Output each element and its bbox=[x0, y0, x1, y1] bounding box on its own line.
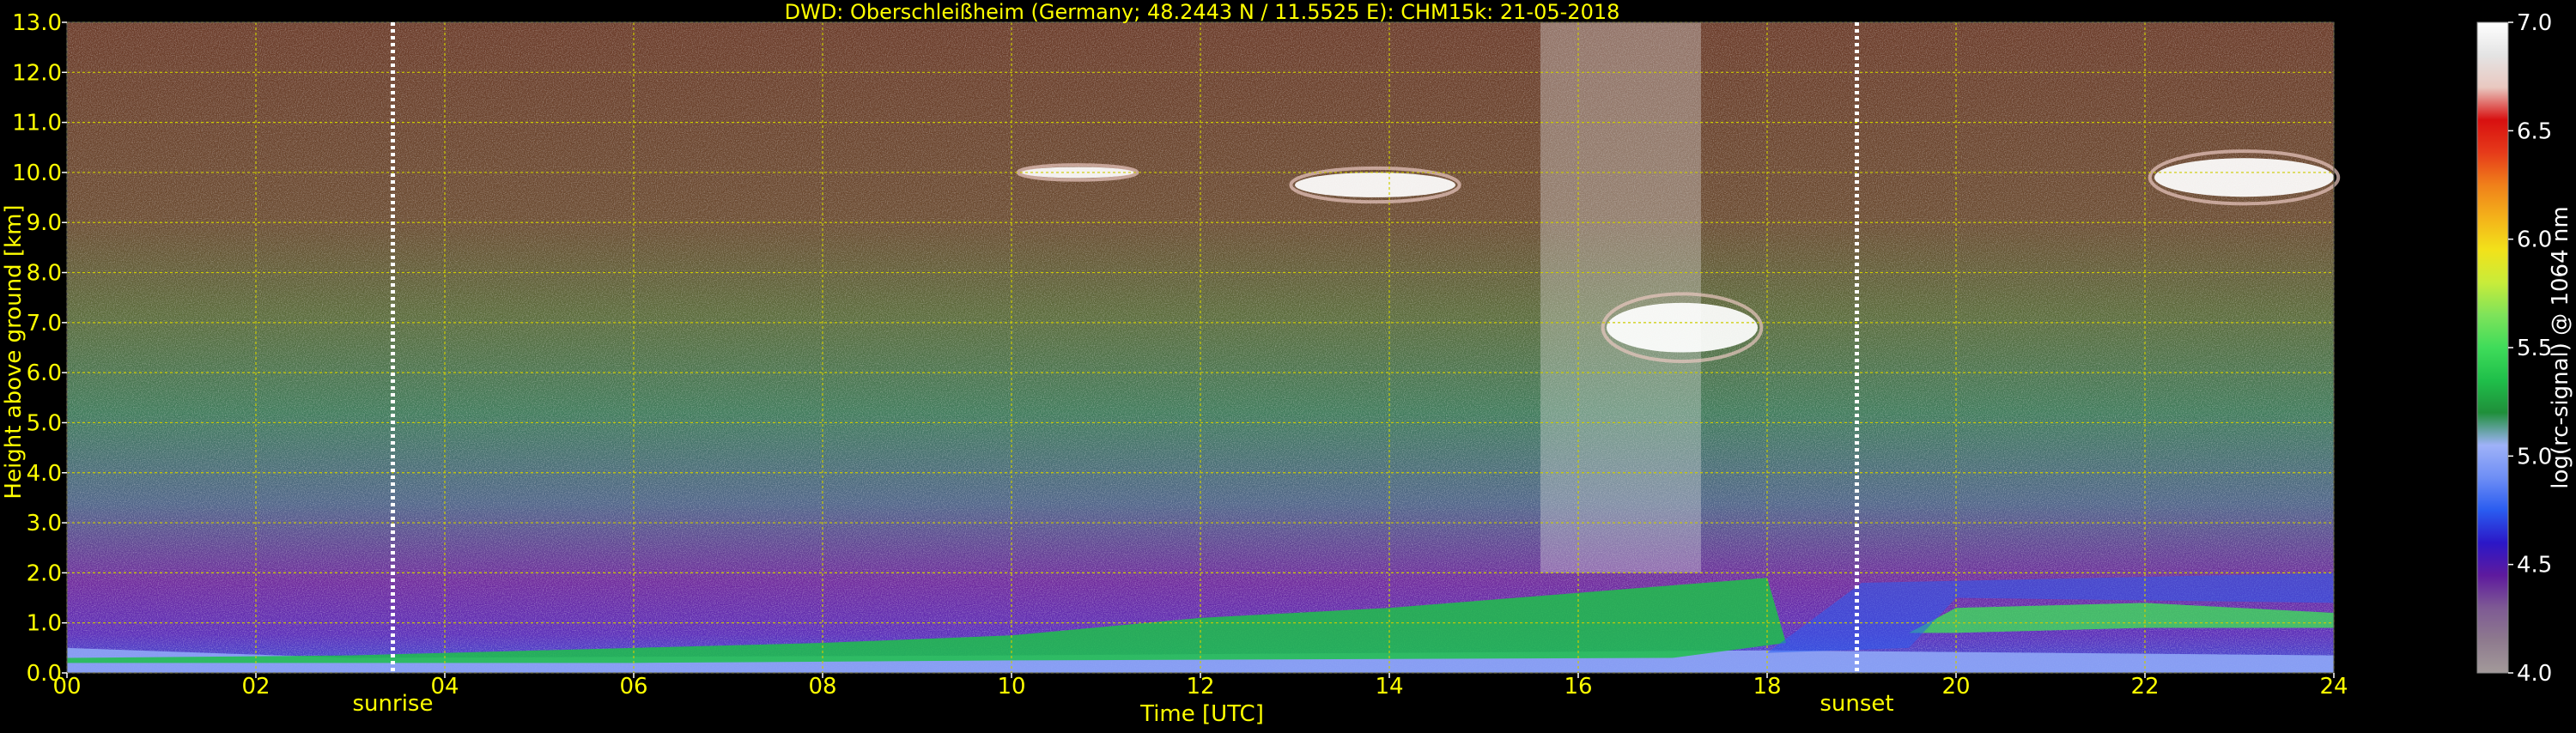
x-axis-label: Time [UTC] bbox=[1139, 701, 1264, 727]
y-tick-label: 6.0 bbox=[27, 360, 62, 386]
x-tick-label: 06 bbox=[619, 674, 647, 700]
noise-column bbox=[1540, 22, 1701, 573]
colorbar: 4.04.55.05.56.06.57.0 bbox=[2476, 10, 2552, 687]
x-tick-label: 12 bbox=[1186, 674, 1214, 700]
colorbar-tick-label: 4.5 bbox=[2517, 553, 2552, 579]
x-tick-label: 20 bbox=[1941, 674, 1970, 700]
x-tick-label: 24 bbox=[2319, 674, 2348, 700]
colorbar-gradient bbox=[2476, 21, 2509, 674]
y-tick-label: 4.0 bbox=[27, 461, 62, 487]
chart-svg: 00 02 04 06 08 10 12 14 16 18 20 22 24 0.01.02.03.04… bbox=[1, 0, 2573, 727]
colorbar-tick-label: 4.0 bbox=[2517, 661, 2552, 687]
y-tick-label: 2.0 bbox=[27, 560, 62, 586]
y-tick-label: 10.0 bbox=[12, 161, 62, 186]
y-tick-label: 0.0 bbox=[27, 661, 62, 687]
x-tick-label: 22 bbox=[2130, 674, 2159, 700]
y-tick-label: 3.0 bbox=[27, 511, 62, 536]
x-tick-label: 16 bbox=[1564, 674, 1592, 700]
colorbar-tick-label: 6.5 bbox=[2517, 118, 2552, 144]
x-tick-label: 10 bbox=[997, 674, 1025, 700]
sunset-label: sunset bbox=[1820, 691, 1893, 717]
cirrus-cloud-0 bbox=[1295, 173, 1455, 197]
x-tick-label: 18 bbox=[1753, 674, 1781, 700]
cirrus-cloud-3 bbox=[2154, 158, 2334, 197]
y-tick-label: 5.0 bbox=[27, 410, 62, 436]
y-tick-label: 12.0 bbox=[12, 60, 62, 86]
ceilometer-figure: 00 02 04 06 08 10 12 14 16 18 20 22 24 0.0 1.0 2.0 3.0 4… bbox=[0, 0, 2576, 730]
chart-title: DWD: Oberschleißheim (Germany; 48.2443 N… bbox=[785, 0, 1620, 24]
y-tick-label: 1.0 bbox=[27, 611, 62, 637]
cirrus-cloud-2 bbox=[1607, 302, 1758, 353]
sunrise-label: sunrise bbox=[353, 691, 434, 717]
plot-area bbox=[67, 22, 2341, 673]
x-tick-label: 02 bbox=[241, 674, 270, 700]
x-tick-label: 04 bbox=[430, 674, 459, 700]
x-tick-label: 08 bbox=[808, 674, 836, 700]
y-tick-label: 7.0 bbox=[27, 311, 62, 336]
y-tick-label: 8.0 bbox=[27, 261, 62, 287]
y-tick-label: 9.0 bbox=[27, 210, 62, 236]
y-tick-label: 11.0 bbox=[12, 111, 62, 136]
colorbar-label: log(rc-signal) @ 1064 nm bbox=[2548, 206, 2573, 488]
colorbar-tick-label: 7.0 bbox=[2517, 10, 2552, 36]
x-tick-label: 14 bbox=[1375, 674, 1403, 700]
y-axis-label: Height above ground [km] bbox=[1, 204, 27, 499]
y-tick-label: 13.0 bbox=[12, 10, 62, 36]
